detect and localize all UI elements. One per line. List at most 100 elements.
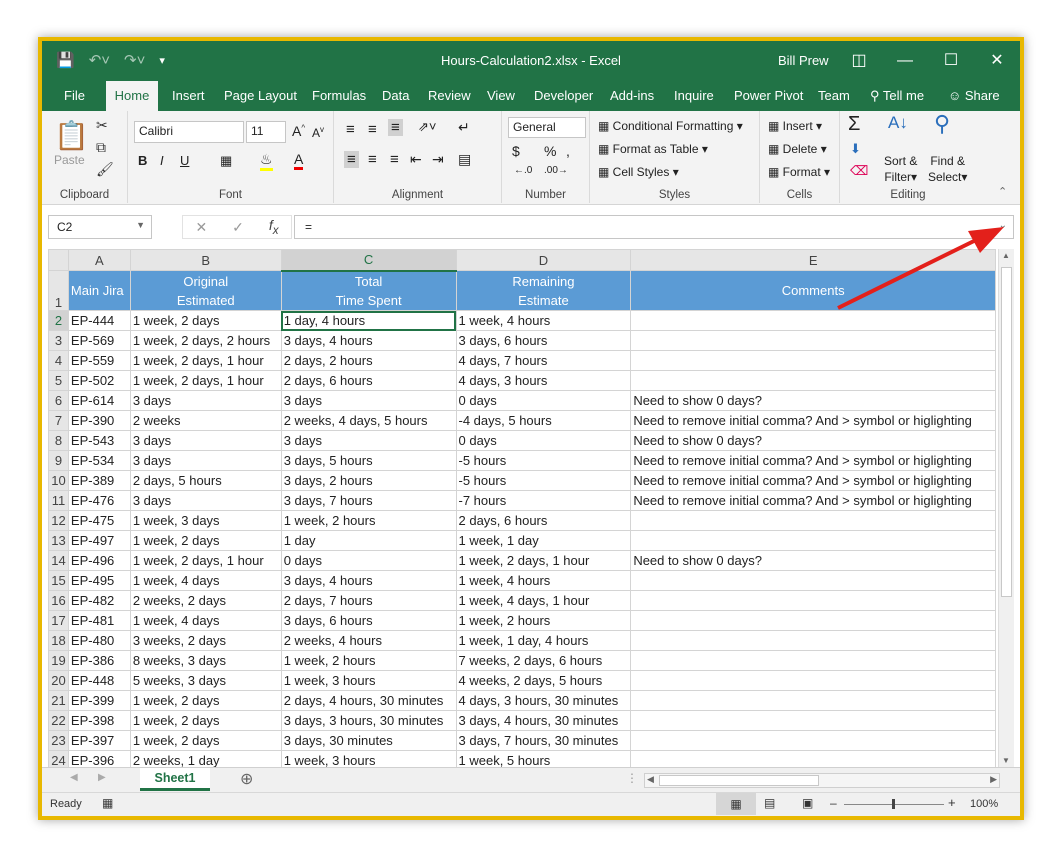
cell[interactable]: 4 days, 7 hours (455, 350, 632, 371)
cell[interactable] (630, 750, 996, 767)
decrease-decimal-icon[interactable]: .00→ (544, 165, 568, 176)
cell[interactable]: EP-480 (67, 630, 131, 651)
tab-split-handle[interactable]: ⋮ (626, 771, 638, 785)
user-name[interactable]: Bill Prew (778, 53, 829, 68)
name-box[interactable]: C2 ▼ (48, 215, 152, 239)
sort-filter-icon[interactable]: A↓ (888, 113, 908, 133)
wrap-text-icon[interactable]: ↵ (458, 119, 470, 136)
collapse-ribbon-icon[interactable]: ⌃ (998, 185, 1007, 198)
cell[interactable]: 1 week, 2 days (129, 310, 282, 331)
column-header[interactable]: B (129, 249, 282, 271)
cell[interactable]: -5 hours (455, 470, 632, 491)
cell[interactable]: 5 weeks, 3 days (129, 670, 282, 691)
cell[interactable]: 2 days, 6 hours (455, 510, 632, 531)
middle-align-icon[interactable]: ≡ (368, 121, 377, 138)
cell[interactable] (630, 330, 996, 351)
cell[interactable] (630, 690, 996, 711)
format-cells-button[interactable]: ▦ Format ▾ (768, 165, 830, 179)
cell[interactable]: 4 days, 3 hours, 30 minutes (455, 690, 632, 711)
cell[interactable]: 1 week, 2 hours (280, 650, 457, 671)
row-header[interactable]: 1 (48, 270, 69, 311)
row-header[interactable]: 12 (48, 510, 69, 531)
normal-view-icon[interactable]: ▦ (716, 793, 756, 815)
shrink-font-icon[interactable]: Av (312, 125, 324, 140)
cell[interactable]: 3 days, 4 hours (280, 570, 457, 591)
row-header[interactable]: 5 (48, 370, 69, 391)
grow-font-icon[interactable]: A^ (292, 123, 305, 139)
page-break-view-icon[interactable]: ▣ (802, 796, 813, 810)
row-header[interactable]: 11 (48, 490, 69, 511)
scroll-down-icon[interactable]: ▼ (1002, 756, 1010, 765)
cell[interactable]: 1 week, 2 days, 1 hour (129, 370, 282, 391)
cell[interactable]: 1 week, 2 days, 1 hour (129, 350, 282, 371)
cancel-icon[interactable]: ✕ (195, 219, 207, 236)
row-header[interactable]: 17 (48, 610, 69, 631)
cell[interactable]: 1 week, 4 days (129, 610, 282, 631)
tab-file[interactable]: File (56, 81, 93, 111)
cell[interactable]: 3 days, 30 minutes (280, 730, 457, 751)
cell[interactable]: 4 days, 3 hours (455, 370, 632, 391)
cell[interactable]: Need to remove initial comma? And > symb… (630, 490, 996, 511)
cell[interactable]: EP-396 (67, 750, 131, 767)
zoom-in-icon[interactable]: + (948, 795, 956, 810)
tab-insert[interactable]: Insert (164, 81, 213, 111)
accounting-format-icon[interactable]: $ (512, 143, 520, 159)
cell[interactable]: EP-386 (67, 650, 131, 671)
row-header[interactable]: 3 (48, 330, 69, 351)
cell[interactable]: 3 days, 7 hours, 30 minutes (455, 730, 632, 751)
cell[interactable] (630, 710, 996, 731)
tab-page-layout[interactable]: Page Layout (216, 81, 305, 111)
orientation-icon[interactable]: ⇗˅ (418, 119, 436, 135)
cell[interactable]: 2 days, 4 hours, 30 minutes (280, 690, 457, 711)
new-sheet-icon[interactable]: ⊕ (240, 769, 253, 789)
sheet-tab[interactable]: Sheet1 (140, 768, 210, 791)
clear-icon[interactable]: ⌫ (850, 163, 868, 179)
cell[interactable]: 1 week, 4 hours (455, 310, 632, 331)
cell[interactable]: 2 days, 7 hours (280, 590, 457, 611)
cell[interactable]: 3 days, 2 hours (280, 470, 457, 491)
find-select-button[interactable]: Find & Select▾ (928, 153, 967, 185)
cell[interactable]: 1 week, 4 days (129, 570, 282, 591)
cell[interactable]: 3 days, 7 hours (280, 490, 457, 511)
percent-icon[interactable]: % (544, 143, 556, 159)
find-search-icon[interactable]: ⚲ (934, 111, 950, 137)
cell[interactable] (630, 610, 996, 631)
cell[interactable]: 3 days, 3 hours, 30 minutes (280, 710, 457, 731)
cell[interactable]: 3 days (129, 450, 282, 471)
cell[interactable]: 0 days (455, 430, 632, 451)
row-header[interactable]: 13 (48, 530, 69, 551)
cell[interactable]: 2 days, 5 hours (129, 470, 282, 491)
cell[interactable]: EP-543 (67, 430, 131, 451)
top-align-icon[interactable]: ≡ (346, 121, 355, 138)
cell[interactable]: 1 week, 2 days, 1 hour (129, 550, 282, 571)
cell[interactable]: 1 week, 2 days (129, 530, 282, 551)
row-header[interactable]: 24 (48, 750, 69, 767)
cell[interactable]: 3 days, 5 hours (280, 450, 457, 471)
cell[interactable]: 1 week, 2 days, 2 hours (129, 330, 282, 351)
cell[interactable]: 3 days, 4 hours, 30 minutes (455, 710, 632, 731)
cell[interactable]: EP-497 (67, 530, 131, 551)
select-all-corner[interactable] (48, 249, 69, 271)
cell[interactable]: 1 week, 3 hours (280, 750, 457, 767)
cell[interactable]: EP-475 (67, 510, 131, 531)
cell[interactable]: EP-614 (67, 390, 131, 411)
increase-indent-icon[interactable]: ⇥ (432, 151, 444, 168)
row-header[interactable]: 23 (48, 730, 69, 751)
cell[interactable] (630, 650, 996, 671)
row-header[interactable]: 8 (48, 430, 69, 451)
tab-data[interactable]: Data (374, 81, 417, 111)
cell[interactable]: 2 weeks, 4 days, 5 hours (280, 410, 457, 431)
cell[interactable]: EP-559 (67, 350, 131, 371)
enter-icon[interactable]: ✓ (232, 219, 244, 236)
italic-icon[interactable]: I (160, 153, 164, 168)
cell[interactable]: EP-476 (67, 490, 131, 511)
row-header[interactable]: 10 (48, 470, 69, 491)
font-size-select[interactable]: 11 (246, 121, 286, 143)
format-as-table-button[interactable]: ▦ Format as Table ▾ (598, 142, 708, 156)
cell[interactable]: 4 weeks, 2 days, 5 hours (455, 670, 632, 691)
cell[interactable]: 2 weeks (129, 410, 282, 431)
cell[interactable]: EP-481 (67, 610, 131, 631)
cell[interactable]: Need to show 0 days? (630, 550, 996, 571)
bold-icon[interactable]: B (138, 153, 147, 168)
increase-decimal-icon[interactable]: ←.0 (514, 165, 532, 176)
